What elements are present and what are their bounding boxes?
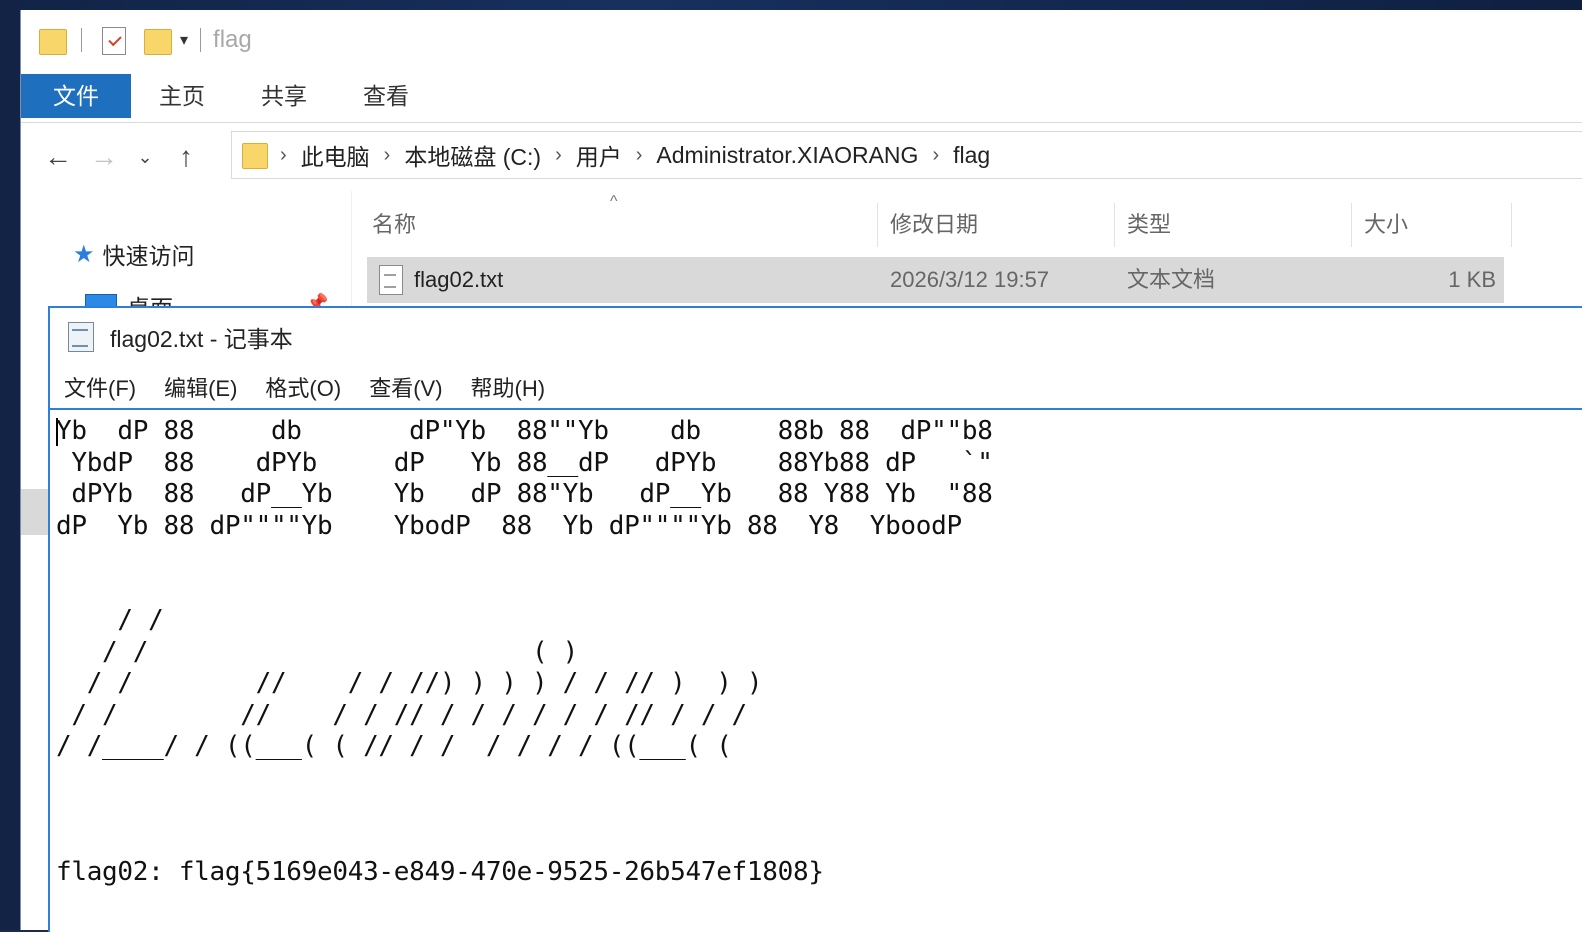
tab-home[interactable]: 主页 (131, 74, 233, 118)
column-header-name[interactable]: 名称 (360, 203, 878, 247)
menu-file[interactable]: 文件(F) (64, 371, 136, 403)
breadcrumb-chevron-icon[interactable]: › (280, 144, 287, 167)
tab-file[interactable]: 文件 (21, 74, 131, 118)
text-file-icon (379, 265, 403, 295)
back-arrow-icon[interactable]: ← (35, 141, 81, 173)
window-title: flag (213, 26, 252, 53)
star-icon: ★ (73, 240, 95, 268)
menu-view[interactable]: 查看(V) (369, 371, 442, 403)
ribbon-tabs: 文件 主页 共享 查看 (21, 70, 1582, 123)
sidebar-selection-highlight (21, 489, 51, 535)
notepad-text-area[interactable]: Yb dP 88 db dP"Yb 88""Yb db 88b 88 dP""b… (50, 408, 1582, 932)
file-content: Yb dP 88 db dP"Yb 88""Yb db 88b 88 dP""b… (56, 416, 993, 887)
file-size: 1 KB (1448, 267, 1496, 292)
breadcrumb-chevron-icon[interactable]: › (384, 144, 391, 167)
customize-toolbar-dropdown-icon[interactable]: ▾ (180, 30, 188, 50)
new-folder-icon[interactable] (144, 25, 172, 55)
breadcrumb-administrator[interactable]: Administrator.XIAORANG (656, 142, 918, 169)
properties-check-icon[interactable] (100, 25, 126, 55)
notepad-titlebar: flag02.txt - 记事本 (50, 308, 1582, 366)
column-header-size[interactable]: 大小 (1352, 203, 1512, 247)
menu-edit[interactable]: 编辑(E) (164, 371, 237, 403)
notepad-menubar: 文件(F) 编辑(E) 格式(O) 查看(V) 帮助(H) (50, 366, 1582, 408)
table-row[interactable]: flag02.txt 2026/3/12 19:57 文本文档 1 KB (367, 257, 1504, 303)
file-date: 2026/3/12 19:57 (890, 267, 1050, 292)
file-type: 文本文档 (1127, 267, 1216, 292)
menu-format[interactable]: 格式(O) (265, 371, 341, 403)
notepad-icon[interactable] (68, 322, 94, 352)
toolbar-divider (81, 28, 82, 52)
column-header-type[interactable]: 类型 (1115, 203, 1352, 247)
breadcrumb-flag[interactable]: flag (953, 142, 990, 169)
breadcrumb-chevron-icon[interactable]: › (636, 144, 643, 167)
tab-share[interactable]: 共享 (233, 74, 335, 118)
breadcrumb-this-pc[interactable]: 此电脑 (301, 138, 370, 172)
breadcrumb-chevron-icon[interactable]: › (932, 144, 939, 167)
sidebar-item-quick-access[interactable]: ★ 快速访问 (73, 237, 195, 271)
up-arrow-icon[interactable]: ↑ (163, 141, 209, 173)
file-name: flag02.txt (414, 267, 504, 292)
folder-icon[interactable] (39, 25, 67, 55)
breadcrumb-users[interactable]: 用户 (576, 138, 622, 172)
explorer-titlebar: ▾ flag (21, 10, 1582, 70)
recent-locations-chevron-icon[interactable]: ⌄ (127, 147, 163, 168)
address-bar[interactable]: › 此电脑 › 本地磁盘 (C:) › 用户 › Administrator.X… (231, 131, 1582, 179)
menu-help[interactable]: 帮助(H) (471, 371, 546, 403)
column-header-date[interactable]: 修改日期 (878, 203, 1115, 247)
sidebar-item-label: 快速访问 (102, 243, 195, 269)
folder-icon (242, 142, 268, 169)
breadcrumb-local-disk[interactable]: 本地磁盘 (C:) (404, 138, 541, 172)
toolbar-divider (200, 28, 202, 52)
navigation-bar: ← → ⌄ ↑ › 此电脑 › 本地磁盘 (C:) › 用户 › Adminis… (21, 123, 1582, 191)
notepad-window: flag02.txt - 记事本 文件(F) 编辑(E) 格式(O) 查看(V)… (48, 306, 1582, 932)
notepad-title: flag02.txt - 记事本 (110, 326, 293, 352)
forward-arrow-icon[interactable]: → (81, 141, 127, 173)
tab-view[interactable]: 查看 (335, 74, 437, 118)
breadcrumb-chevron-icon[interactable]: › (555, 144, 562, 167)
